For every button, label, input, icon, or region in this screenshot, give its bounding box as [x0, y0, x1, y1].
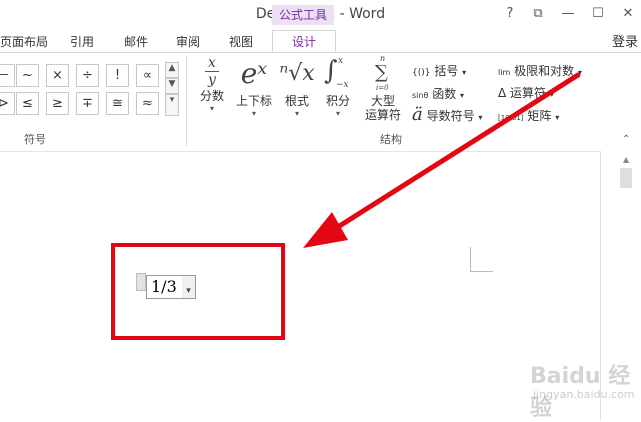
watermark-url: jingyan.baidu.com	[533, 388, 635, 401]
annotation-arrow-line	[327, 72, 581, 235]
annotation-arrow-icon	[303, 72, 581, 248]
annotation-arrow-head	[303, 212, 348, 248]
